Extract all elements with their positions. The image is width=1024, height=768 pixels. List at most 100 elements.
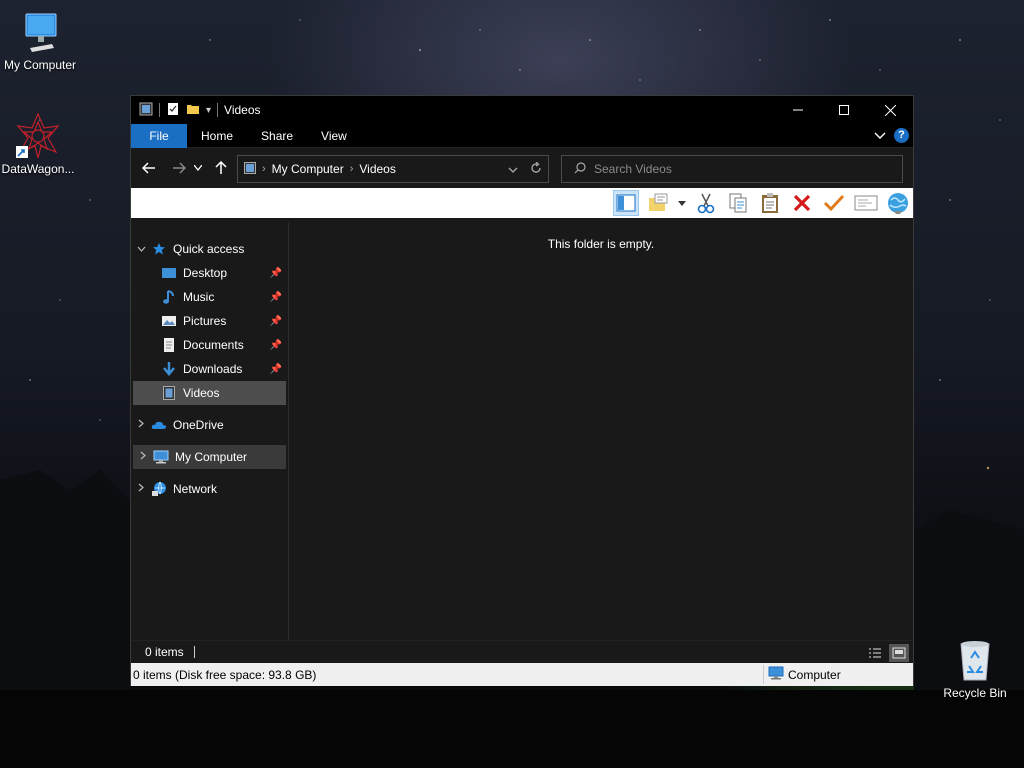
maximize-button[interactable] (821, 96, 867, 124)
quick-access-toolbar: ▾ (131, 102, 219, 119)
chevron-right-icon[interactable] (131, 419, 151, 431)
chevron-right-icon[interactable] (131, 483, 151, 495)
music-icon (161, 289, 177, 305)
pin-icon[interactable]: 📌 (270, 364, 282, 375)
search-input[interactable] (594, 162, 894, 176)
item-count: 0 items (145, 645, 184, 659)
recycle-bin-icon (951, 636, 999, 684)
pin-icon[interactable]: 📌 (270, 268, 282, 279)
title-bar[interactable]: ▾ Videos (131, 96, 913, 124)
help-icon[interactable]: ? (894, 128, 909, 143)
desktop-icon-datawagon[interactable]: DataWagon... (0, 112, 78, 176)
chevron-right-icon[interactable] (133, 451, 153, 463)
command-toolbar (131, 188, 913, 218)
new-item-button[interactable] (645, 190, 671, 216)
monitor-icon (16, 8, 64, 56)
pin-icon[interactable]: 📌 (270, 316, 282, 327)
close-button[interactable] (867, 96, 913, 124)
shell-globe-button[interactable] (885, 190, 911, 216)
computer-icon (768, 666, 784, 683)
properties-icon[interactable] (166, 102, 180, 119)
nav-onedrive[interactable]: OneDrive (131, 413, 288, 437)
desktop-icon-my-computer[interactable]: My Computer (0, 8, 80, 72)
nav-item-desktop[interactable]: Desktop 📌 (131, 261, 288, 285)
nav-item-documents[interactable]: Documents 📌 (131, 333, 288, 357)
nav-label: Music (183, 290, 215, 304)
nav-label: Desktop (183, 266, 228, 280)
nav-item-music[interactable]: Music 📌 (131, 285, 288, 309)
separator (193, 646, 195, 658)
nav-item-videos[interactable]: Videos (133, 381, 286, 405)
cut-button[interactable] (693, 190, 719, 216)
copy-button[interactable] (725, 190, 751, 216)
network-icon (151, 481, 167, 497)
nav-label: Videos (183, 386, 220, 400)
address-dropdown-icon[interactable] (508, 162, 518, 177)
address-bar[interactable]: › My Computer › Videos (237, 155, 549, 183)
customize-dropdown-icon[interactable]: ▾ (206, 105, 211, 116)
nav-network[interactable]: Network (131, 477, 288, 501)
file-list-area[interactable]: This folder is empty. (289, 223, 913, 640)
tab-file[interactable]: File (131, 123, 187, 148)
datawagon-icon (14, 112, 62, 160)
nav-item-pictures[interactable]: Pictures 📌 (131, 309, 288, 333)
details-view-button[interactable] (865, 644, 885, 662)
nav-my-computer[interactable]: My Computer (133, 445, 286, 469)
nav-quick-access[interactable]: Quick access (131, 237, 288, 261)
tab-home[interactable]: Home (187, 124, 247, 148)
nav-label: OneDrive (173, 418, 224, 432)
details-bar: 0 items (Disk free space: 93.8 GB) Compu… (131, 663, 913, 686)
preview-pane-button[interactable] (613, 190, 639, 216)
status-bar: 0 items (131, 640, 913, 663)
nav-label: Network (173, 482, 218, 496)
cloud-icon (151, 417, 167, 433)
breadcrumb-videos[interactable]: Videos (359, 162, 395, 176)
rename-button[interactable] (821, 190, 847, 216)
search-icon (574, 161, 586, 177)
window-title: Videos (224, 103, 261, 117)
tab-view[interactable]: View (307, 124, 361, 148)
search-box[interactable] (561, 155, 903, 183)
navigation-bar: › My Computer › Videos (131, 148, 913, 188)
nav-label: My Computer (175, 450, 248, 464)
downloads-icon (161, 361, 177, 377)
chevron-down-icon[interactable] (131, 244, 151, 255)
new-folder-icon[interactable] (186, 102, 200, 119)
monitor-icon (153, 449, 169, 465)
breadcrumb-chevron[interactable]: › (262, 163, 266, 175)
desktop-icon (161, 265, 177, 281)
back-button[interactable] (137, 156, 161, 180)
separator (159, 103, 160, 117)
desktop-icon-recycle-bin[interactable]: Recycle Bin (935, 636, 1015, 700)
breadcrumb-my-computer[interactable]: My Computer (272, 162, 344, 176)
nav-item-downloads[interactable]: Downloads 📌 (131, 357, 288, 381)
new-item-dropdown-icon[interactable] (677, 190, 687, 216)
nav-label: Quick access (173, 242, 245, 256)
empty-folder-message: This folder is empty. (547, 237, 655, 251)
pin-icon[interactable]: 📌 (270, 340, 282, 351)
ribbon-tabs: File Home Share View ? (131, 123, 913, 148)
expand-ribbon-icon[interactable] (874, 129, 886, 143)
videos-folder-icon (139, 102, 153, 119)
pictures-icon (161, 313, 177, 329)
recent-locations-button[interactable] (191, 156, 205, 180)
desktop-icon-label: Recycle Bin (943, 686, 1007, 700)
nav-label: Documents (183, 338, 244, 352)
refresh-icon[interactable] (530, 161, 542, 177)
up-button[interactable] (209, 156, 233, 180)
forward-button[interactable] (167, 156, 191, 180)
explorer-window: ▾ Videos File Home Share View ? › My Com… (130, 95, 914, 686)
delete-button[interactable] (789, 190, 815, 216)
minimize-button[interactable] (775, 96, 821, 124)
star-icon (151, 241, 167, 257)
paste-button[interactable] (757, 190, 783, 216)
large-icons-view-button[interactable] (889, 644, 909, 662)
videos-location-icon (244, 161, 256, 177)
tab-share[interactable]: Share (247, 124, 307, 148)
videos-icon (161, 385, 177, 401)
properties-button[interactable] (853, 190, 879, 216)
breadcrumb-chevron[interactable]: › (350, 163, 354, 175)
navigation-pane: Quick access Desktop 📌 Music 📌 Pictures … (131, 223, 289, 640)
desktop-icon-label: DataWagon... (1, 162, 75, 176)
pin-icon[interactable]: 📌 (270, 292, 282, 303)
